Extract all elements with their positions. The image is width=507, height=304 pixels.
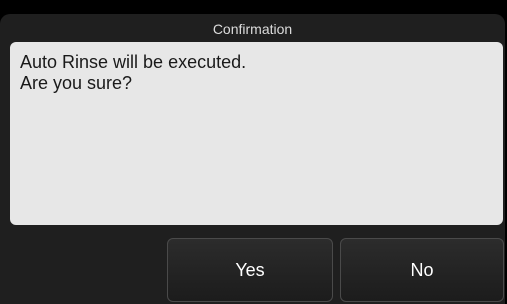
yes-button[interactable]: Yes	[167, 238, 333, 302]
confirmation-dialog: Confirmation Auto Rinse will be executed…	[0, 0, 507, 304]
dialog-title: Confirmation	[212, 21, 293, 37]
message-area: Auto Rinse will be executed. Are you sur…	[10, 42, 503, 225]
no-button[interactable]: No	[340, 238, 504, 302]
message-line: Are you sure?	[20, 73, 133, 93]
message-line: Auto Rinse will be executed.	[20, 52, 247, 72]
